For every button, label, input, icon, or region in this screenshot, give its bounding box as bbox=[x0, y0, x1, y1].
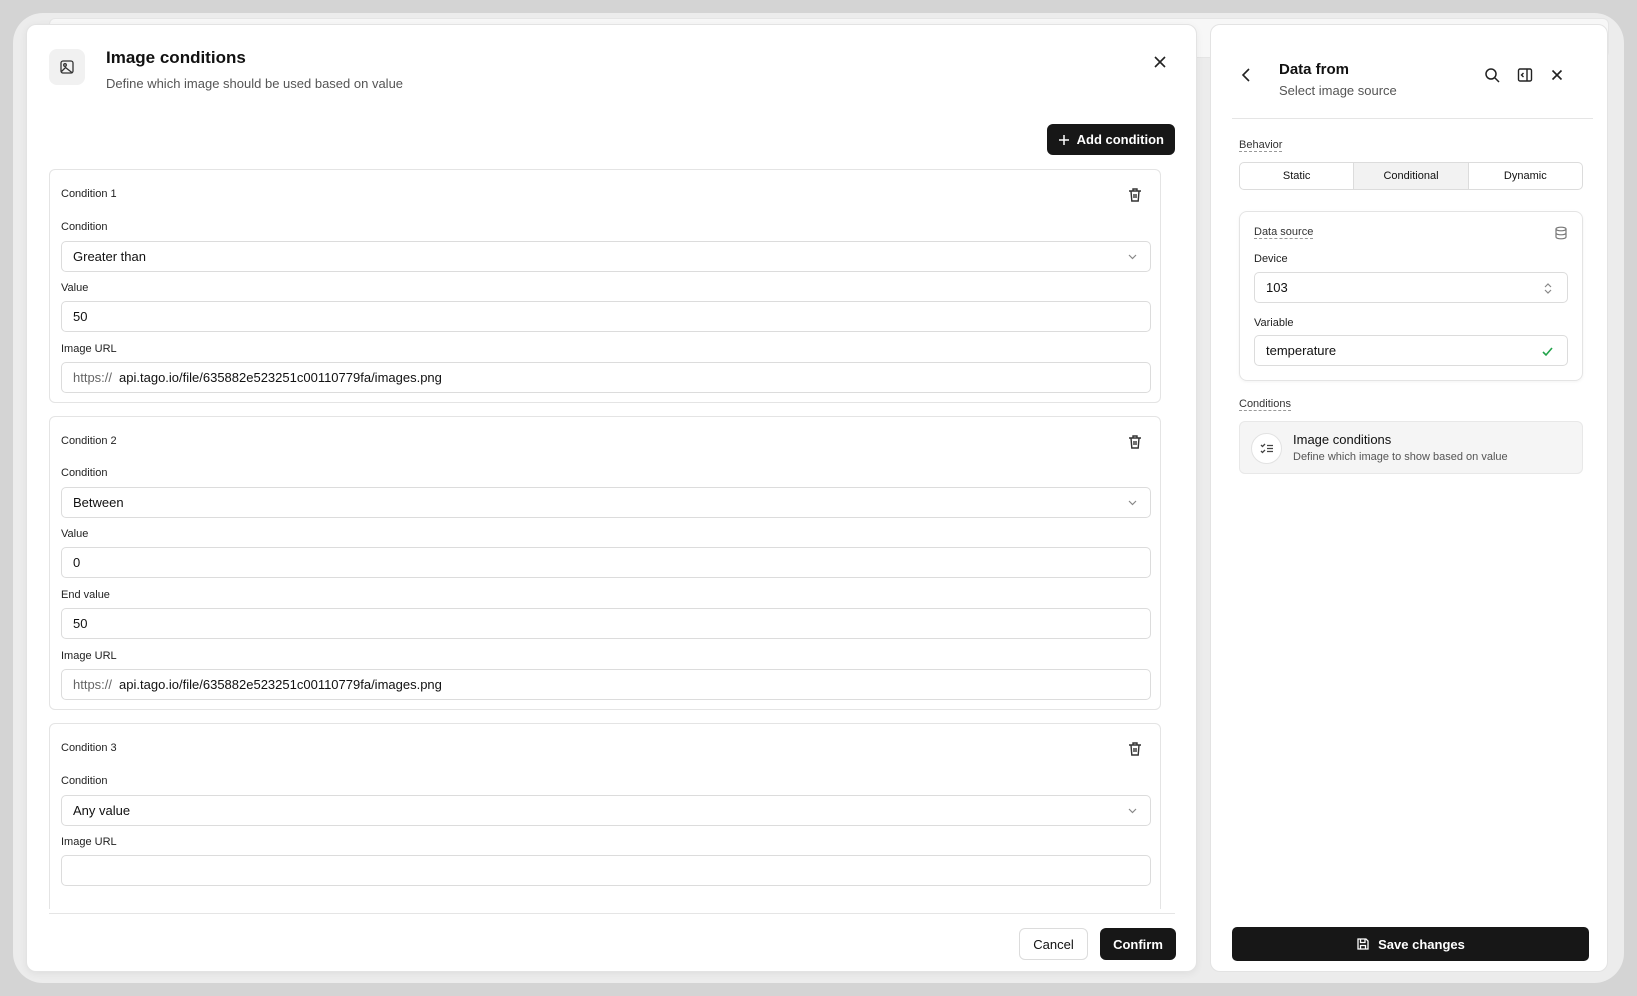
value-input[interactable]: 50 bbox=[61, 301, 1151, 332]
image-url-label: Image URL bbox=[61, 650, 117, 662]
value-label: Value bbox=[61, 528, 89, 540]
image-url-input[interactable] bbox=[61, 855, 1151, 886]
image-conditions-item[interactable]: Image conditions Define which image to s… bbox=[1239, 421, 1583, 474]
trash-icon[interactable] bbox=[1126, 740, 1144, 758]
end-value-label: End value bbox=[61, 589, 110, 601]
search-icon[interactable] bbox=[1483, 66, 1501, 84]
panel-divider bbox=[1232, 118, 1593, 119]
image-conditions-dialog: Image conditions Define which image shou… bbox=[26, 24, 1197, 972]
chevron-updown-icon bbox=[1544, 283, 1552, 294]
app-frame: Image conditions Define which image shou… bbox=[13, 13, 1624, 983]
behavior-label: Behavior bbox=[1239, 139, 1283, 152]
dialog-subtitle: Define which image should be used based … bbox=[106, 76, 404, 91]
cancel-button[interactable]: Cancel bbox=[1019, 928, 1088, 960]
image-url-label: Image URL bbox=[61, 343, 117, 355]
save-changes-button[interactable]: Save changes bbox=[1232, 927, 1589, 961]
trash-icon[interactable] bbox=[1126, 186, 1144, 204]
chevron-down-icon bbox=[1128, 254, 1137, 260]
chevron-down-icon bbox=[1128, 808, 1137, 814]
device-value: 103 bbox=[1266, 280, 1288, 295]
cond-item-subtitle: Define which image to show based on valu… bbox=[1293, 451, 1508, 463]
data-source-card: Data source Device 103 Variable temperat… bbox=[1239, 211, 1583, 381]
data-source-label: Data source bbox=[1254, 226, 1314, 239]
condition-select[interactable]: Greater than bbox=[61, 241, 1151, 272]
url-text: api.tago.io/file/635882e523251c00110779f… bbox=[119, 677, 442, 692]
chevron-left-icon[interactable] bbox=[1237, 65, 1257, 85]
tab-dynamic[interactable]: Dynamic bbox=[1469, 163, 1582, 189]
condition-card: Condition 3 Condition Any value Image UR… bbox=[49, 723, 1161, 909]
condition-label: Condition bbox=[61, 221, 108, 233]
variable-select[interactable]: temperature bbox=[1254, 335, 1568, 366]
save-changes-label: Save changes bbox=[1378, 936, 1465, 952]
trash-icon[interactable] bbox=[1126, 433, 1144, 451]
url-prefix: https:// bbox=[73, 677, 113, 692]
value-input-text: 0 bbox=[73, 555, 81, 570]
conditions-list[interactable]: Condition 1 Condition Greater than Value… bbox=[49, 169, 1161, 909]
condition-title: Condition 2 bbox=[61, 435, 117, 447]
add-condition-label: Add condition bbox=[1076, 132, 1164, 147]
end-value-text: 50 bbox=[73, 616, 88, 631]
panel-toggle-icon[interactable] bbox=[1516, 66, 1534, 84]
condition-title: Condition 3 bbox=[61, 742, 117, 754]
conditions-label: Conditions bbox=[1239, 398, 1291, 411]
data-from-panel: Data from Select image source Behavior S… bbox=[1210, 24, 1608, 972]
confirm-button[interactable]: Confirm bbox=[1100, 928, 1176, 960]
condition-card: Condition 2 Condition Between Value 0 En… bbox=[49, 416, 1161, 710]
behavior-segmented-control: Static Conditional Dynamic bbox=[1239, 162, 1583, 190]
device-select[interactable]: 103 bbox=[1254, 272, 1568, 303]
panel-title: Data from bbox=[1279, 61, 1350, 78]
check-icon bbox=[1542, 347, 1553, 357]
value-input-text: 50 bbox=[73, 309, 88, 324]
value-input[interactable]: 0 bbox=[61, 547, 1151, 578]
variable-value: temperature bbox=[1266, 343, 1337, 358]
plus-icon bbox=[1058, 134, 1069, 145]
condition-label: Condition bbox=[61, 775, 108, 787]
dialog-title: Image conditions bbox=[106, 48, 246, 67]
url-text: api.tago.io/file/635882e523251c00110779f… bbox=[119, 370, 442, 385]
end-value-input[interactable]: 50 bbox=[61, 608, 1151, 639]
value-label: Value bbox=[61, 282, 89, 294]
condition-select[interactable]: Any value bbox=[61, 795, 1151, 826]
url-prefix: https:// bbox=[73, 370, 113, 385]
condition-label: Condition bbox=[61, 467, 108, 479]
add-condition-button[interactable]: Add condition bbox=[1046, 124, 1175, 155]
chevron-down-icon bbox=[1128, 500, 1137, 506]
condition-card: Condition 1 Condition Greater than Value… bbox=[49, 169, 1161, 403]
condition-select-value: Any value bbox=[73, 803, 131, 818]
close-icon[interactable] bbox=[1148, 50, 1172, 74]
image-url-label: Image URL bbox=[61, 836, 117, 848]
footer-divider bbox=[49, 913, 1175, 914]
image-icon bbox=[49, 49, 85, 85]
variable-label: Variable bbox=[1254, 317, 1294, 329]
cond-item-title: Image conditions bbox=[1293, 432, 1392, 447]
save-icon bbox=[1357, 938, 1369, 950]
device-label: Device bbox=[1254, 253, 1288, 265]
condition-select-value: Between bbox=[73, 495, 124, 510]
image-url-input[interactable]: https:// api.tago.io/file/635882e523251c… bbox=[61, 669, 1151, 700]
tab-static[interactable]: Static bbox=[1240, 163, 1355, 189]
tab-conditional[interactable]: Conditional bbox=[1354, 163, 1469, 189]
database-icon bbox=[1555, 226, 1567, 240]
list-checks-icon bbox=[1251, 433, 1282, 464]
condition-select-value: Greater than bbox=[73, 249, 146, 264]
close-icon[interactable] bbox=[1548, 66, 1566, 84]
image-url-input[interactable]: https:// api.tago.io/file/635882e523251c… bbox=[61, 362, 1151, 393]
panel-subtitle: Select image source bbox=[1279, 83, 1397, 98]
condition-title: Condition 1 bbox=[61, 188, 117, 200]
condition-select[interactable]: Between bbox=[61, 487, 1151, 518]
